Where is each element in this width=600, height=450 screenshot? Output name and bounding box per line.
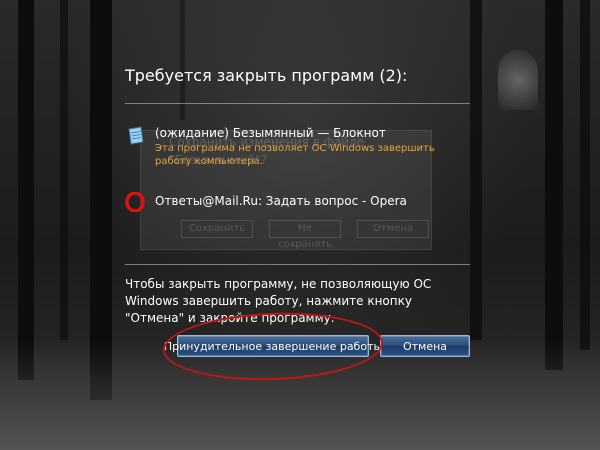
street-lamp <box>498 50 538 110</box>
tree-trunk <box>18 0 34 380</box>
notepad-icon <box>125 126 145 146</box>
tree-trunk <box>60 0 68 340</box>
program-warning: Эта программа не позволяет ОС Windows за… <box>155 143 435 167</box>
dialog-title: Требуется закрыть программ (2): <box>125 66 408 85</box>
tree-trunk <box>180 0 185 120</box>
program-name: Ответы@Mail.Ru: Задать вопрос - Opera <box>155 194 407 208</box>
opera-icon <box>125 191 145 213</box>
ghost-dont-save-button: Не сохранять <box>269 220 341 250</box>
tree-trunk <box>470 0 482 340</box>
program-name: (ожидание) Безымянный — Блокнот <box>155 126 386 140</box>
tree-trunk <box>580 0 590 350</box>
ghost-save-button: Сохранить <box>181 220 253 238</box>
divider-top <box>125 103 470 104</box>
tree-trunk <box>545 0 563 370</box>
divider-bottom <box>125 264 470 265</box>
cancel-button[interactable]: Отмена <box>380 335 470 357</box>
ghost-cancel-button: Отмена <box>357 220 429 238</box>
